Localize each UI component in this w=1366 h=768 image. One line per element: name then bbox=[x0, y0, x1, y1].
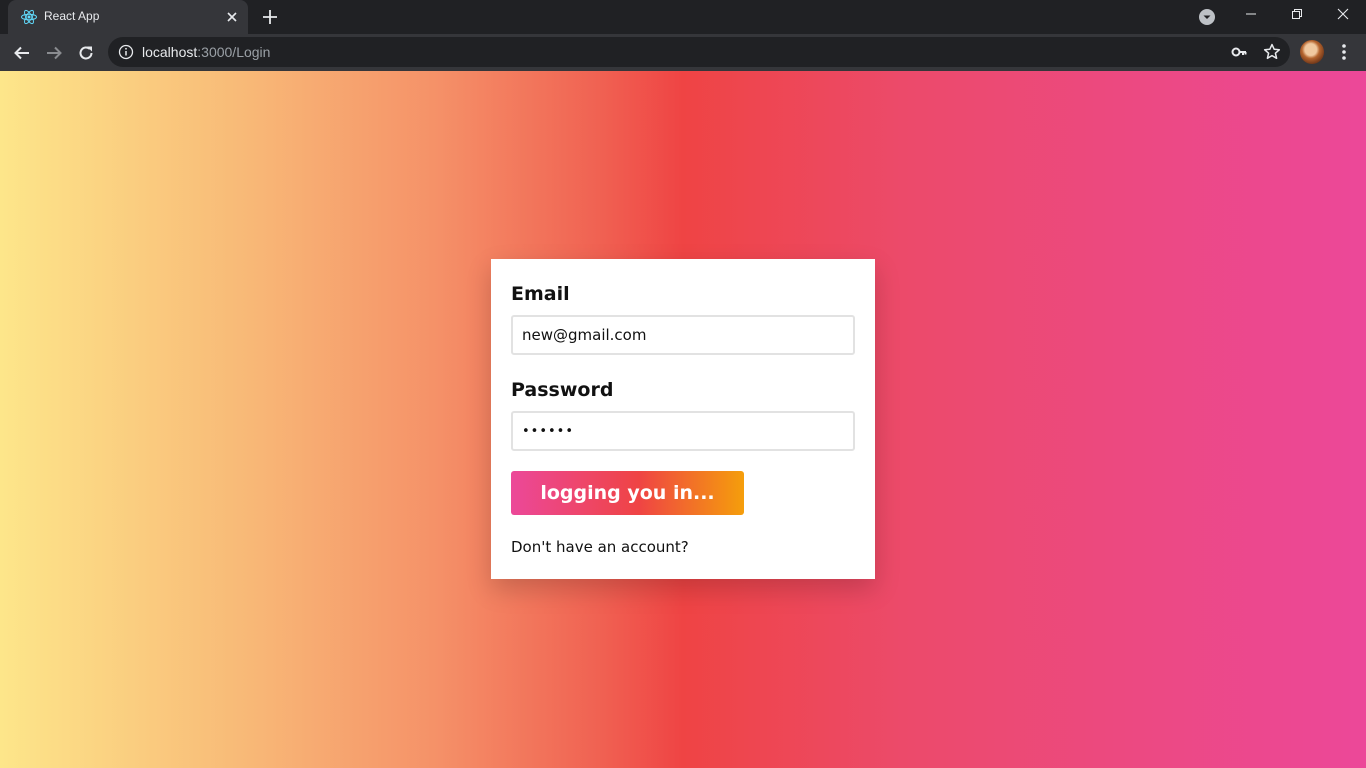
browser-tab[interactable]: React App bbox=[8, 0, 248, 34]
reload-icon[interactable] bbox=[72, 39, 100, 67]
star-icon[interactable] bbox=[1262, 42, 1282, 62]
page-viewport: Email Password logging you in... Don't h… bbox=[0, 71, 1366, 768]
login-card: Email Password logging you in... Don't h… bbox=[491, 259, 875, 579]
minimize-icon[interactable] bbox=[1228, 0, 1274, 30]
info-icon[interactable] bbox=[118, 44, 134, 60]
window-close-icon[interactable] bbox=[1320, 0, 1366, 30]
url-path: :3000/Login bbox=[197, 44, 271, 60]
plus-icon[interactable] bbox=[258, 5, 282, 29]
key-icon[interactable] bbox=[1230, 43, 1248, 61]
email-label: Email bbox=[511, 283, 570, 305]
password-label: Password bbox=[511, 379, 614, 401]
browser-tabstrip: React App bbox=[0, 0, 1366, 34]
more-menu-icon[interactable] bbox=[1334, 40, 1354, 64]
password-field[interactable] bbox=[511, 411, 855, 451]
forward-arrow-icon[interactable] bbox=[40, 39, 68, 67]
email-field[interactable] bbox=[511, 315, 855, 355]
tab-title: React App bbox=[44, 9, 100, 23]
react-logo-icon bbox=[20, 8, 38, 26]
restore-icon[interactable] bbox=[1274, 0, 1320, 30]
url-text: localhost:3000/Login bbox=[142, 44, 270, 60]
url-host: localhost bbox=[142, 44, 198, 60]
chevron-down-circle-icon[interactable] bbox=[1198, 8, 1216, 26]
login-button[interactable]: logging you in... bbox=[511, 471, 744, 515]
address-bar[interactable]: localhost:3000/Login bbox=[108, 37, 1290, 67]
back-arrow-icon[interactable] bbox=[8, 39, 36, 67]
browser-toolbar: localhost:3000/Login bbox=[0, 34, 1366, 71]
signup-prompt[interactable]: Don't have an account? bbox=[511, 538, 689, 556]
profile-avatar[interactable] bbox=[1300, 40, 1324, 64]
close-icon[interactable] bbox=[224, 9, 240, 25]
